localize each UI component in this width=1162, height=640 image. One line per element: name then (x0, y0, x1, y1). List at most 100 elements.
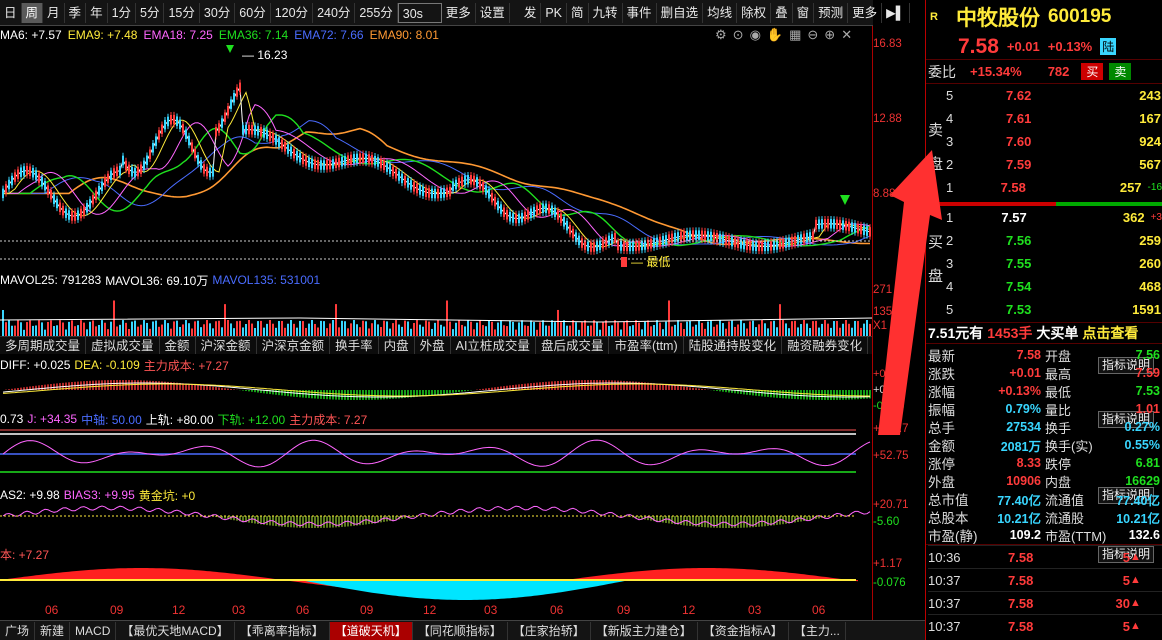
template-tab[interactable]: 【主力... (789, 621, 846, 640)
indicator-tab[interactable]: 沪深金额 (196, 337, 257, 354)
order-row[interactable]: 5 7.62 243 (926, 84, 1162, 107)
candle-body (848, 221, 850, 232)
kdj-chart[interactable] (0, 428, 873, 482)
volume-bar (629, 326, 631, 336)
template-tab[interactable]: 【庄家抬轿】 (508, 621, 591, 640)
order-row[interactable]: 2 7.56 259 (926, 229, 1162, 252)
toolbar-action-button[interactable]: 发 (520, 2, 542, 23)
bigorder-link[interactable]: 点击查看 (1082, 323, 1138, 343)
period-button[interactable]: 120分 (271, 2, 314, 23)
period-button[interactable]: 月 (43, 2, 65, 23)
template-tab[interactable]: 新建 (35, 621, 71, 640)
template-tab[interactable]: 广场 (0, 621, 36, 640)
zoom-out-icon[interactable]: ⊖ (807, 27, 818, 43)
candle-body (365, 153, 367, 164)
toolbar-action-button[interactable]: 除权 (737, 2, 772, 23)
indicator-tab[interactable]: 沪深京金额 (257, 337, 331, 354)
period-button[interactable]: 255分 (355, 2, 398, 23)
indicator-tab[interactable]: 市盈率(ttm) (609, 337, 684, 354)
toolbar-action-button[interactable]: 简 (567, 2, 589, 23)
template-tab[interactable]: 【道破天机】 (329, 621, 413, 640)
eye-icon[interactable]: ◉ (750, 27, 761, 43)
period-button[interactable]: 5分 (136, 2, 165, 23)
order-row[interactable]: 4 7.54 468 (926, 275, 1162, 298)
toolbar-action-button[interactable]: 删自选 (657, 2, 704, 23)
quote-row: 总股本 10.21亿 流通股 10.21亿 (928, 508, 1160, 527)
sell-button[interactable]: 卖 (1109, 63, 1132, 80)
volume-chart[interactable] (0, 288, 873, 336)
volume-bar (626, 320, 628, 336)
period-button[interactable]: 30分 (200, 2, 236, 23)
candle-body (479, 179, 481, 189)
candle-body (497, 200, 499, 211)
period-select[interactable]: 30s (397, 2, 442, 23)
template-tab[interactable]: 【同花顺指标】 (413, 621, 508, 640)
order-row[interactable]: 3 7.55 260 (926, 252, 1162, 275)
toolbar-action-button[interactable]: 预测 (814, 2, 849, 23)
order-row[interactable]: 1 7.57 362 +3 (926, 206, 1162, 229)
period-button[interactable]: 15分 (164, 2, 200, 23)
collapse-icon[interactable]: ▶▌ (882, 2, 910, 23)
period-button[interactable]: 周 (21, 2, 44, 23)
template-tab[interactable]: 【乖离率指标】 (235, 621, 330, 640)
period-button[interactable]: 日 (0, 2, 22, 23)
volume-bar (152, 321, 154, 336)
candle-body (173, 114, 175, 125)
hand-icon[interactable]: ✋ (767, 27, 783, 43)
indicator-tab[interactable]: 虚拟成交量 (86, 337, 160, 354)
indicator-tab[interactable]: 多周期成交量 (0, 337, 87, 354)
close-icon[interactable]: ✕ (841, 27, 852, 43)
indicator-tab[interactable]: 外盘 (415, 337, 451, 354)
settings-button[interactable]: 设置 (476, 2, 510, 23)
order-volume: 924 (1139, 134, 1161, 149)
candle-body (401, 173, 403, 184)
candle-body (641, 240, 643, 251)
period-button[interactable]: 240分 (313, 2, 356, 23)
bias-chart[interactable] (0, 502, 873, 542)
candle-body (329, 159, 331, 170)
toolbar-action-button[interactable]: PK (541, 2, 568, 23)
order-row[interactable]: 3 7.60 924 (926, 130, 1162, 153)
candlestick-chart[interactable]: — 16.23 — 最低 (0, 43, 873, 271)
stock-badge: R (930, 11, 938, 23)
volume-bar (341, 320, 343, 336)
order-row[interactable]: 2 7.59 567 (926, 153, 1162, 176)
order-row[interactable]: 5 7.53 1591 (926, 298, 1162, 321)
template-tab[interactable]: 【新版主力建仓】 (591, 621, 698, 640)
indicator-tab[interactable]: AI立桩成交量 (451, 337, 536, 354)
order-row[interactable]: 4 7.61 167 (926, 107, 1162, 130)
period-button[interactable]: 季 (65, 2, 87, 23)
more-button[interactable]: 更多 (442, 2, 476, 23)
grid-icon[interactable]: ▦ (789, 27, 801, 43)
template-tab[interactable]: 【资金指标A】 (698, 621, 789, 640)
zoom-in-icon[interactable]: ⊕ (824, 27, 835, 43)
toolbar-action-button[interactable]: 叠 (771, 2, 793, 23)
indicator-tab[interactable]: 换手率 (330, 337, 379, 354)
indicator-tab[interactable]: 盘后成交量 (536, 337, 610, 354)
quote-row: 总市值 77.40亿 流通值 77.40亿 (928, 490, 1160, 509)
buy-button[interactable]: 买 (1081, 63, 1104, 80)
indicator-tab[interactable]: 陆股通持股变化 (684, 337, 783, 354)
indicator-tab[interactable]: 内盘 (379, 337, 415, 354)
period-button[interactable]: 60分 (235, 2, 271, 23)
template-tab[interactable]: MACD (70, 621, 117, 640)
period-button[interactable]: 1分 (108, 2, 137, 23)
indicator-tab[interactable]: 金额 (160, 337, 196, 354)
toolbar-action-button[interactable]: 九转 (589, 2, 623, 23)
toolbar-action-button[interactable]: 均线 (703, 2, 738, 23)
toolbar-action-button[interactable]: 事件 (623, 2, 657, 23)
candle-body (614, 232, 616, 243)
cost-chart[interactable] (0, 560, 873, 602)
macd-chart[interactable] (0, 372, 873, 408)
period-button[interactable]: 年 (86, 2, 108, 23)
adjust-icon[interactable]: ⊙ (733, 27, 744, 43)
order-row[interactable]: 1 7.58 257 -16 (926, 176, 1162, 199)
indicator-tab[interactable]: 融资融券变化 (782, 337, 869, 354)
gear-icon[interactable]: ⚙ (715, 27, 727, 43)
volume-bar (125, 322, 127, 336)
candle-body (383, 160, 385, 170)
toolbar-action-button[interactable]: 更多 (848, 2, 883, 23)
volume-bar (644, 321, 646, 336)
template-tab[interactable]: 【最优天地MACD】 (116, 621, 235, 640)
toolbar-action-button[interactable]: 窗 (793, 2, 815, 23)
